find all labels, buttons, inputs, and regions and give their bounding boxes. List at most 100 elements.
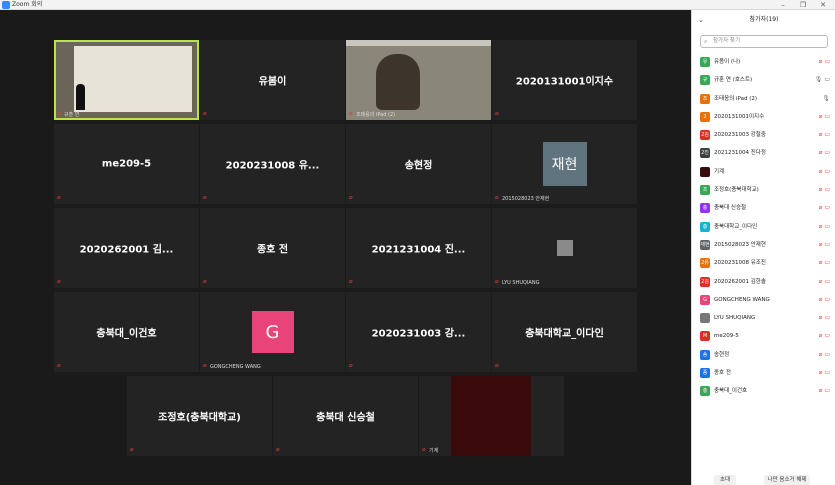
participant-row[interactable]: 조 조정호(충북대학교) ⌀ ▭ [692, 181, 835, 199]
participant-row[interactable]: 규 규훈 연 (호스트) 🎙︎ ▭ [692, 71, 835, 89]
participant-name: 2020262001 김한솔 [714, 278, 766, 285]
participant-avatar: 유 [700, 57, 710, 67]
video-tile[interactable]: 충북대 신승철 ⌀ [273, 376, 418, 456]
participant-row[interactable]: 재현 2015028023 안재현 ⌀ ▭ [692, 236, 835, 254]
participant-name: LYU SHUQIANG [714, 315, 756, 322]
participants-panel: ⌄ 참가자(19) ⌕ 참가자 찾기 유 유봄이 (나) ⌀ ▭ 규 규훈 연 (… [691, 10, 835, 485]
video-off-icon: ▭ [824, 222, 830, 230]
video-tile[interactable]: 2020231008 유... ⌀ [200, 124, 345, 204]
video-off-icon: ▭ [824, 149, 830, 157]
mic-muted-icon: ⌀ [203, 194, 207, 201]
video-off-icon: ▭ [824, 240, 830, 248]
participant-name: 충북대 신승철 [714, 205, 747, 212]
video-tile[interactable]: ⌀ 규훈 연 [54, 40, 199, 120]
participant-name: 조정호(충북대학교) [158, 412, 241, 424]
mic-muted-icon: ⌀ [130, 446, 134, 453]
participant-row[interactable]: 조 조태응의 iPad (2) 🎙︎ [692, 90, 835, 108]
mic-muted-icon: ⌀ [818, 131, 823, 139]
participant-label: GONGCHENG WANG [210, 364, 261, 370]
participant-avatar: 2김 [700, 130, 710, 141]
avatar [556, 240, 573, 256]
participant-avatar [700, 313, 710, 324]
close-icon[interactable]: ✕ [815, 0, 831, 10]
participant-row[interactable]: 유 유봄이 (나) ⌀ ▭ [692, 53, 835, 71]
participant-name: 2020231003 강철중 [714, 132, 766, 139]
participant-row[interactable]: 2유 2020231008 유조진 ⌀ ▭ [692, 254, 835, 272]
panel-header: ⌄ 참가자(19) [692, 10, 835, 30]
participant-row[interactable]: M me209-5 ⌀ ▭ [692, 327, 835, 345]
minimize-icon[interactable]: – [775, 0, 791, 10]
participant-name: 2020231003 강... [371, 328, 466, 340]
video-tile[interactable]: 2020131001이지수 ⌀ [492, 40, 637, 120]
video-tile[interactable]: 재현 ⌀ 2015028023 안재현 [492, 124, 637, 204]
participant-row[interactable]: 2김 2020231003 강철중 ⌀ ▭ [692, 126, 835, 144]
video-tile[interactable]: 조정호(충북대학교) ⌀ [127, 376, 272, 456]
collapse-chevron-icon[interactable]: ⌄ [698, 10, 704, 30]
video-tile[interactable]: ⌀ 조태응의 iPad (2) [346, 40, 491, 120]
participant-row[interactable]: 기계 ⌀ ▭ [692, 163, 835, 181]
invite-button[interactable]: 초대 [714, 475, 736, 485]
participant-name: 송현정 [714, 351, 730, 358]
participant-avatar: 조 [700, 93, 710, 104]
mic-muted-icon: ⌀ [818, 387, 823, 395]
video-tile[interactable]: 2020231003 강... ⌀ [346, 292, 491, 372]
video-off-icon: ▭ [824, 369, 830, 377]
video-tile[interactable]: ⌀ LYU SHUQIANG [492, 208, 637, 288]
video-off-icon: ▭ [824, 387, 830, 395]
participant-name: 2020231008 유조진 [714, 260, 766, 267]
mic-muted-icon: ⌀ [818, 277, 823, 285]
mic-muted-icon: ⌀ [422, 446, 426, 453]
mic-muted-icon: ⌀ [57, 110, 61, 117]
mic-muted-icon: ⌀ [203, 278, 207, 285]
video-tile[interactable]: 유봄이 ⌀ [200, 40, 345, 120]
participant-row[interactable]: 충 충북대학교_이다인 ⌀ ▭ [692, 218, 835, 236]
video-off-icon: ▭ [824, 259, 830, 267]
mic-muted-icon: ⌀ [203, 362, 207, 369]
participant-avatar [700, 166, 710, 177]
wall [346, 40, 491, 46]
video-off-icon: ▭ [824, 295, 830, 303]
video-tile[interactable]: 2021231004 진... ⌀ [346, 208, 491, 288]
mic-icon: 🎙︎ [814, 76, 823, 84]
participant-name: 2020131001이지수 [714, 113, 765, 120]
unmute-me-button[interactable]: 나만 음소거 해제 [764, 475, 810, 485]
mic-muted-icon: ⌀ [349, 362, 353, 369]
participant-name: 2021231004 진... [371, 244, 466, 256]
participant-row[interactable]: 충 충북대 신승철 ⌀ ▭ [692, 199, 835, 217]
video-tile[interactable]: 송현정 ⌀ [346, 124, 491, 204]
participant-name: 종호 전 [714, 370, 731, 377]
mic-muted-icon: ⌀ [818, 314, 823, 322]
video-tile[interactable]: me209-5 ⌀ [54, 124, 199, 204]
video-off-icon: ▭ [824, 314, 830, 322]
video-tile[interactable]: 종호 전 ⌀ [200, 208, 345, 288]
mic-muted-icon: ⌀ [818, 332, 823, 340]
participant-row[interactable]: G GONGCHENG WANG ⌀ ▭ [692, 291, 835, 309]
restore-icon[interactable]: ❐ [795, 0, 811, 10]
participant-row[interactable]: 2 2020131001이지수 ⌀ ▭ [692, 108, 835, 126]
zoom-app-icon [2, 1, 10, 9]
video-tile[interactable]: 2020262001 김... ⌀ [54, 208, 199, 288]
participant-row[interactable]: LYU SHUQIANG ⌀ ▭ [692, 309, 835, 327]
video-tile[interactable]: G ⌀ GONGCHENG WANG [200, 292, 345, 372]
participant-avatar: 재현 [700, 239, 710, 250]
participant-avatar: 송 [700, 349, 710, 360]
avatar: 재현 [542, 142, 587, 186]
participant-row[interactable]: 충 충북대_이건호 ⌀ ▭ [692, 382, 835, 400]
participant-search-input[interactable]: ⌕ 참가자 찾기 [700, 35, 828, 48]
participant-row[interactable]: 2진 2021231004 진다정 ⌀ ▭ [692, 144, 835, 162]
participant-avatar: M [700, 331, 710, 342]
participant-name: 2020131001이지수 [515, 76, 614, 88]
mic-muted-icon: ⌀ [349, 278, 353, 285]
participant-row[interactable]: 종 종호 전 ⌀ ▭ [692, 364, 835, 382]
video-tile[interactable]: 충북대_이건호 ⌀ [54, 292, 199, 372]
participant-row[interactable]: 송 송현정 ⌀ ▭ [692, 346, 835, 364]
video-tile[interactable]: 충북대학교_이다인 ⌀ [492, 292, 637, 372]
mic-muted-icon: ⌀ [276, 446, 280, 453]
video-tile[interactable]: ⌀ 기계 [419, 376, 564, 456]
participant-name: GONGCHENG WANG [714, 296, 770, 303]
panel-title: 참가자(19) [749, 16, 779, 23]
participant-row[interactable]: 2김 2020262001 김한솔 ⌀ ▭ [692, 273, 835, 291]
mic-icon: 🎙︎ [822, 94, 830, 102]
participant-name: 2020231008 유... [225, 160, 320, 172]
participant-name: me209-5 [101, 158, 152, 170]
